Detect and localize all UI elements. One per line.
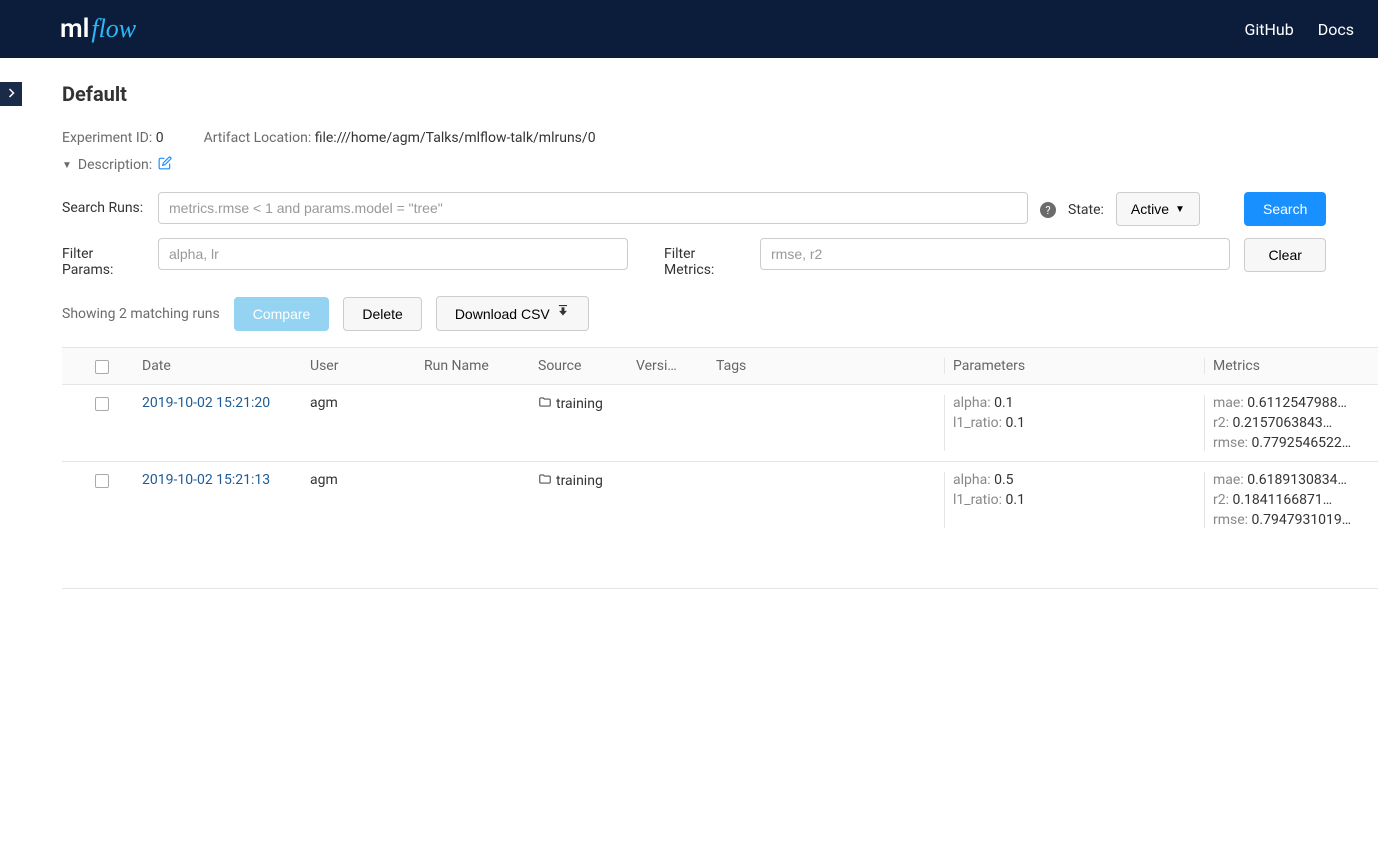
help-icon[interactable]: ? (1040, 202, 1056, 218)
folder-icon (538, 472, 552, 490)
caret-down-icon: ▼ (1175, 204, 1185, 215)
run-source-text: training (556, 473, 603, 489)
delete-button[interactable]: Delete (343, 297, 421, 331)
description-row[interactable]: ▼ Description: (62, 156, 1378, 174)
row-checkbox[interactable] (95, 397, 109, 411)
folder-icon (538, 395, 552, 413)
logo-flow: flow (91, 14, 136, 44)
search-runs-input[interactable] (158, 192, 1028, 224)
filter-params-label: Filter Params: (62, 238, 146, 278)
caret-down-icon: ▼ (62, 160, 72, 171)
header-tags[interactable]: Tags (716, 358, 944, 374)
filter-params-input[interactable] (158, 238, 628, 270)
compare-button[interactable]: Compare (234, 297, 330, 331)
state-value: Active (1131, 201, 1169, 217)
runs-table: Date User Run Name Source Versi… Tags Pa… (62, 347, 1378, 589)
nav-github[interactable]: GitHub (1244, 20, 1293, 39)
table-header: Date User Run Name Source Versi… Tags Pa… (62, 348, 1378, 385)
run-version (636, 472, 716, 528)
table-row: 2019-10-02 15:21:13 agm training alpha: … (62, 462, 1378, 589)
state-label: State: (1068, 202, 1104, 218)
run-name (424, 472, 538, 528)
chevron-right-icon (5, 87, 17, 102)
experiment-id-label: Experiment ID: (62, 130, 152, 146)
nav-links: GitHub Docs (1244, 20, 1354, 39)
logo[interactable]: ml flow (60, 14, 136, 44)
header-source[interactable]: Source (538, 358, 636, 374)
filter-metrics-label: Filter Metrics: (664, 238, 748, 278)
header-run-name[interactable]: Run Name (424, 358, 538, 374)
experiment-id-value: 0 (156, 130, 164, 146)
header-user[interactable]: User (310, 358, 424, 374)
artifact-location-label: Artifact Location: (204, 130, 312, 146)
header-date[interactable]: Date (142, 358, 310, 374)
run-source: training (538, 472, 636, 490)
run-tags (716, 472, 944, 528)
run-version (636, 395, 716, 451)
logo-ml: ml (60, 14, 89, 44)
artifact-location-value: file:///home/agm/Talks/mlflow-talk/mlrun… (315, 130, 596, 146)
run-parameters: alpha: 0.1 l1_ratio: 0.1 (944, 395, 1204, 451)
run-user: agm (310, 472, 424, 528)
search-button[interactable]: Search (1244, 192, 1326, 226)
row-checkbox[interactable] (95, 474, 109, 488)
run-user: agm (310, 395, 424, 451)
run-name (424, 395, 538, 451)
header-parameters[interactable]: Parameters (944, 358, 1204, 374)
run-date-link[interactable]: 2019-10-02 15:21:13 (142, 472, 270, 488)
run-source-text: training (556, 396, 603, 412)
header-version[interactable]: Versi… (636, 358, 716, 374)
run-parameters: alpha: 0.5 l1_ratio: 0.1 (944, 472, 1204, 528)
select-all-checkbox[interactable] (95, 360, 109, 374)
clear-button[interactable]: Clear (1244, 238, 1326, 272)
nav-docs[interactable]: Docs (1318, 20, 1354, 39)
run-metrics: mae: 0.6189130834… r2: 0.1841166871… rms… (1204, 472, 1378, 528)
run-date-link[interactable]: 2019-10-02 15:21:20 (142, 395, 270, 411)
state-dropdown[interactable]: Active ▼ (1116, 192, 1200, 226)
sidebar-expand-button[interactable] (0, 82, 22, 106)
results-summary: Showing 2 matching runs (62, 306, 220, 322)
edit-icon[interactable] (158, 156, 172, 174)
download-csv-label: Download CSV (455, 306, 550, 322)
run-metrics: mae: 0.6112547988… r2: 0.2157063843… rms… (1204, 395, 1378, 451)
download-icon (556, 305, 570, 322)
header-metrics[interactable]: Metrics (1204, 358, 1378, 374)
experiment-meta: Experiment ID: 0 Artifact Location: file… (62, 130, 1378, 146)
run-tags (716, 395, 944, 451)
description-label: Description: (78, 157, 152, 173)
search-runs-label: Search Runs: (62, 192, 146, 216)
table-row: 2019-10-02 15:21:20 agm training alpha: … (62, 385, 1378, 462)
page-title: Default (62, 82, 1378, 106)
run-source: training (538, 395, 636, 413)
filter-metrics-input[interactable] (760, 238, 1230, 270)
download-csv-button[interactable]: Download CSV (436, 296, 589, 331)
top-nav: ml flow GitHub Docs (0, 0, 1378, 58)
